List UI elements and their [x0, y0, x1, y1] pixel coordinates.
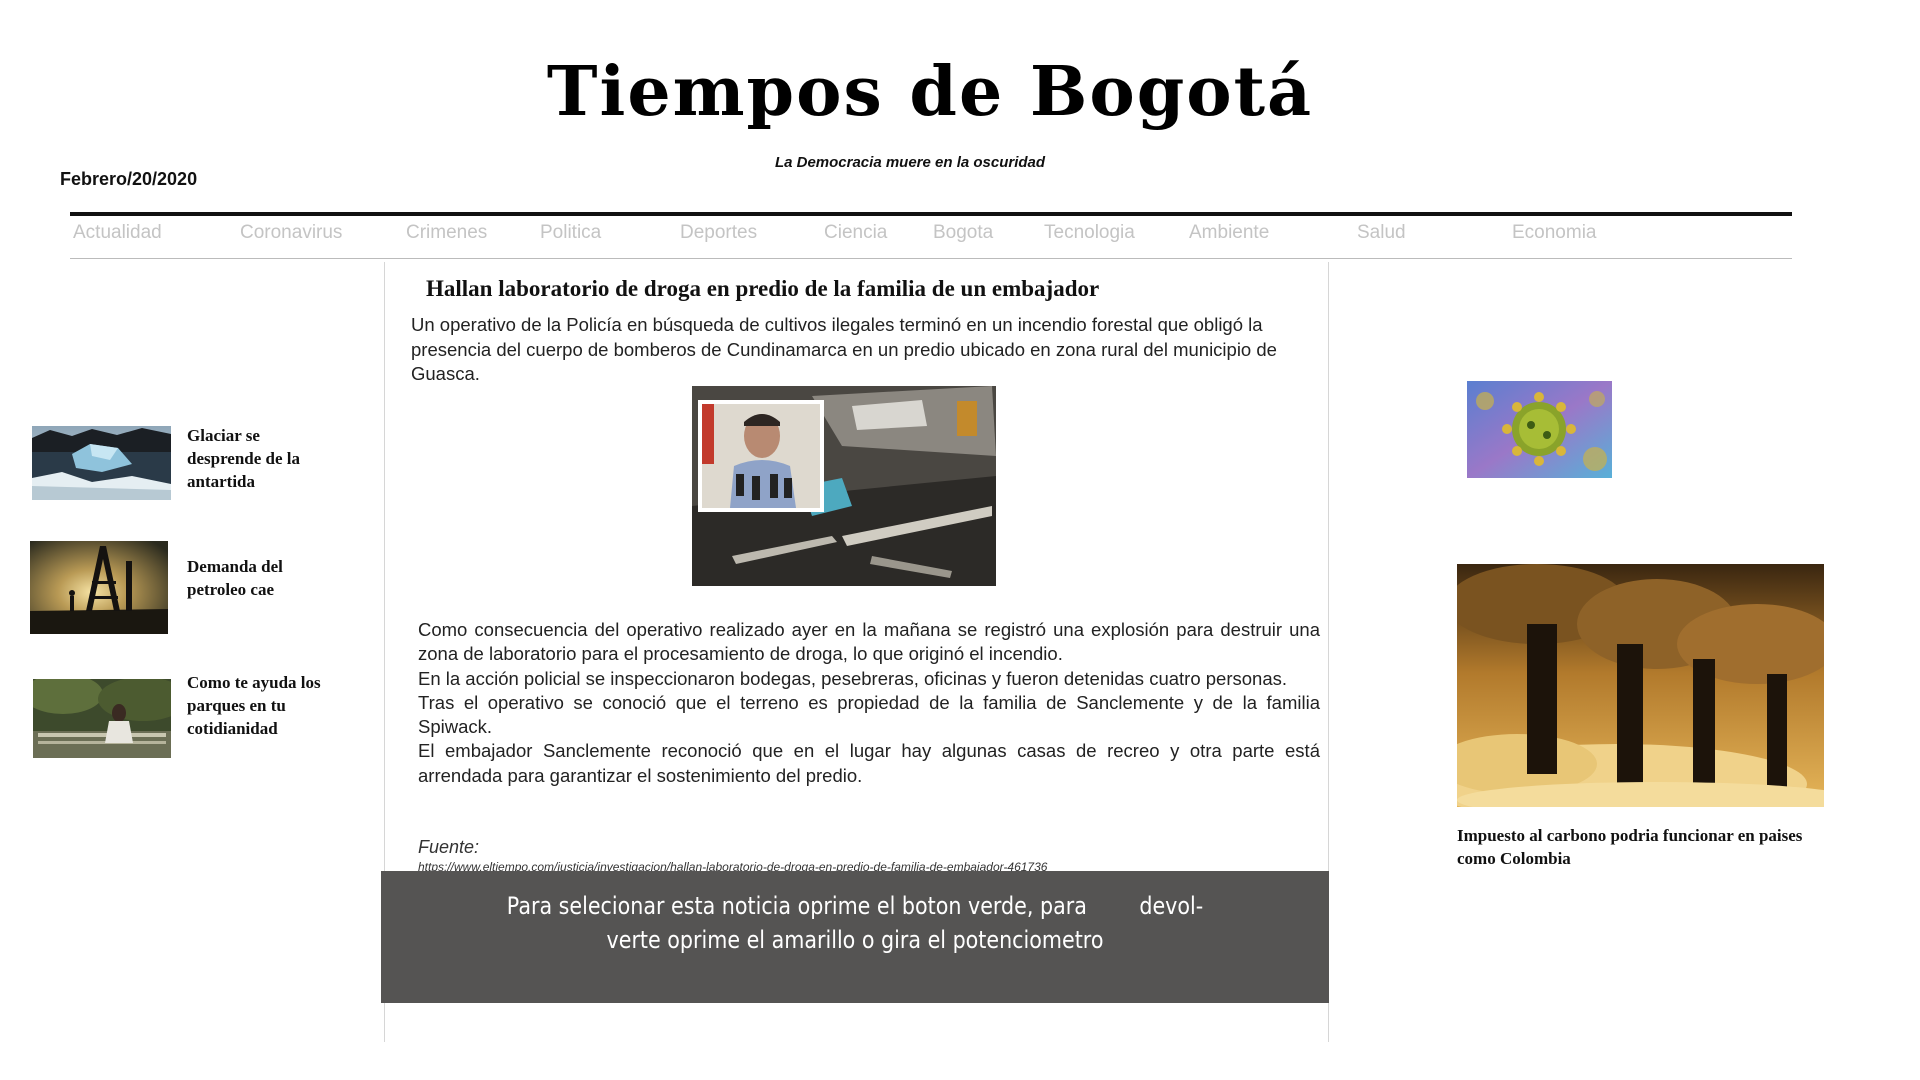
instruction-text: Para selecionar esta noticia oprime el b…: [447, 889, 1262, 957]
instruction-line-1: Para selecionar esta noticia oprime el b…: [506, 892, 1204, 920]
oil-derrick-photo[interactable]: [30, 541, 168, 634]
article-paragraph: Tras el operativo se conoció que el terr…: [418, 691, 1320, 738]
nav-item-ambiente[interactable]: Ambiente: [1189, 222, 1269, 244]
nav-item-tecnologia[interactable]: Tecnologia: [1044, 222, 1135, 244]
nav-bottom-rule: [70, 258, 1792, 259]
newspaper-title: Tiempos de Bogotá: [546, 52, 1314, 132]
nav-item-actualidad[interactable]: Actualidad: [73, 222, 162, 244]
instruction-overlay: Para selecionar esta noticia oprime el b…: [381, 871, 1329, 1003]
nav-item-deportes[interactable]: Deportes: [680, 222, 757, 244]
left-rail-title-glacier[interactable]: Glaciar se desprende de la antartida: [187, 424, 337, 493]
nav-item-economia[interactable]: Economia: [1512, 222, 1597, 244]
nav-item-coronavirus[interactable]: Coronavirus: [240, 222, 342, 244]
right-rail-caption[interactable]: Impuesto al carbono podria funcionar en …: [1457, 824, 1837, 870]
article-paragraph: En la acción policial se inspeccionaron …: [418, 667, 1288, 689]
nav-item-politica[interactable]: Politica: [540, 222, 601, 244]
coronavirus-photo[interactable]: [1467, 381, 1612, 478]
nav-item-bogota[interactable]: Bogota: [933, 222, 993, 244]
article-lead: Un operativo de la Policía en búsqueda d…: [411, 314, 1277, 384]
nav-top-rule: [70, 212, 1792, 216]
source-label: Fuente:: [418, 837, 480, 857]
article-paragraph: Como consecuencia del operativo realizad…: [418, 619, 1320, 665]
article-body: Como consecuencia del operativo realizad…: [418, 618, 1320, 788]
park-bench-photo[interactable]: [33, 679, 171, 758]
left-rail-title-oil[interactable]: Demanda del petroleo cae: [187, 555, 337, 601]
newspaper-motto: La Democracia muere en la oscuridad: [774, 154, 1046, 171]
nav-item-salud[interactable]: Salud: [1357, 222, 1406, 244]
article-photo: [692, 386, 996, 586]
left-rail-title-parks[interactable]: Como te ayuda los parques en tu cotidian…: [187, 671, 347, 740]
smokestacks-photo[interactable]: [1457, 564, 1824, 807]
article-headline[interactable]: Hallan laboratorio de droga en predio de…: [426, 276, 1099, 302]
nav-item-ciencia[interactable]: Ciencia: [824, 222, 887, 244]
issue-date: Febrero/20/2020: [60, 169, 198, 189]
glacier-photo[interactable]: [32, 426, 171, 500]
instruction-line-2: verte oprime el amarillo o gira el poten…: [606, 926, 1104, 954]
nav-item-crimenes[interactable]: Crimenes: [406, 222, 487, 244]
article-paragraph: El embajador Sanclemente reconoció que e…: [418, 740, 1320, 786]
